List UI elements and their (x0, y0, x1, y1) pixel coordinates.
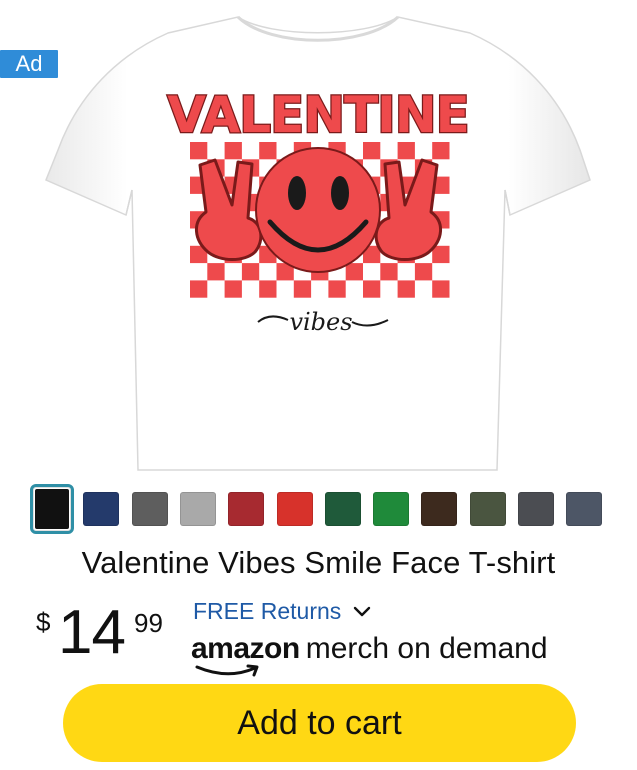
color-swatch-olive[interactable] (469, 492, 506, 526)
merch-label: merch on demand (305, 632, 548, 665)
checker-square (328, 280, 346, 298)
print-headline: VALENTINE (167, 86, 469, 144)
color-swatch-list (30, 484, 613, 534)
color-swatch-charcoal[interactable] (518, 492, 554, 526)
amazon-wordmark: amazon (191, 632, 300, 677)
merch-on-demand-logo: amazon merch on demand (191, 632, 548, 678)
amazon-smile-arrow-icon (195, 664, 259, 677)
checker-square (380, 263, 398, 281)
ad-badge: Ad (0, 50, 58, 78)
color-swatch-forest-green[interactable] (324, 492, 361, 526)
product-title[interactable]: Valentine Vibes Smile Face T-shirt (0, 545, 637, 581)
color-swatch-light-gray[interactable] (179, 492, 216, 526)
checker-square (241, 263, 260, 281)
checker-square (259, 142, 277, 160)
price-currency: $ (36, 607, 51, 637)
checker-square (397, 280, 415, 298)
product-image[interactable]: VALENTINE vibes (0, 0, 637, 482)
color-swatch-navy[interactable] (83, 492, 120, 526)
checker-square (345, 263, 363, 281)
checker-square (397, 142, 415, 160)
free-returns-label: FREE Returns (193, 598, 342, 624)
color-swatch-cranberry[interactable] (228, 492, 265, 526)
checker-square (224, 280, 242, 298)
color-swatch-dark-gray[interactable] (131, 492, 168, 526)
checker-square (432, 245, 450, 264)
amazon-brand-text: amazon (191, 632, 300, 665)
price-whole: 14 (58, 598, 126, 667)
checker-square (363, 142, 381, 160)
smiley-face-icon (255, 147, 381, 273)
color-swatch-slate[interactable] (566, 492, 603, 526)
price-fraction: 99 (134, 608, 163, 638)
checker-square (207, 263, 225, 281)
color-swatch-red[interactable] (276, 492, 313, 526)
checker-square (190, 142, 208, 160)
checker-square (414, 263, 433, 281)
add-to-cart-button[interactable]: Add to cart (63, 684, 576, 762)
checker-square (432, 280, 450, 298)
color-swatch-black[interactable] (30, 484, 74, 534)
color-swatch-brown[interactable] (421, 492, 458, 526)
checker-square (259, 280, 277, 298)
checker-square (224, 142, 242, 160)
free-returns-link[interactable]: FREE Returns (193, 598, 373, 625)
chevron-down-icon (354, 606, 371, 616)
checker-square (190, 280, 208, 298)
checker-square (363, 280, 381, 298)
checker-square (432, 142, 450, 160)
product-card[interactable]: VALENTINE vibes Ad Valentine Vibes Smile… (0, 0, 637, 770)
color-swatch-kelly-green[interactable] (373, 492, 410, 526)
print-script: vibes (289, 308, 352, 336)
checker-square (293, 280, 312, 298)
